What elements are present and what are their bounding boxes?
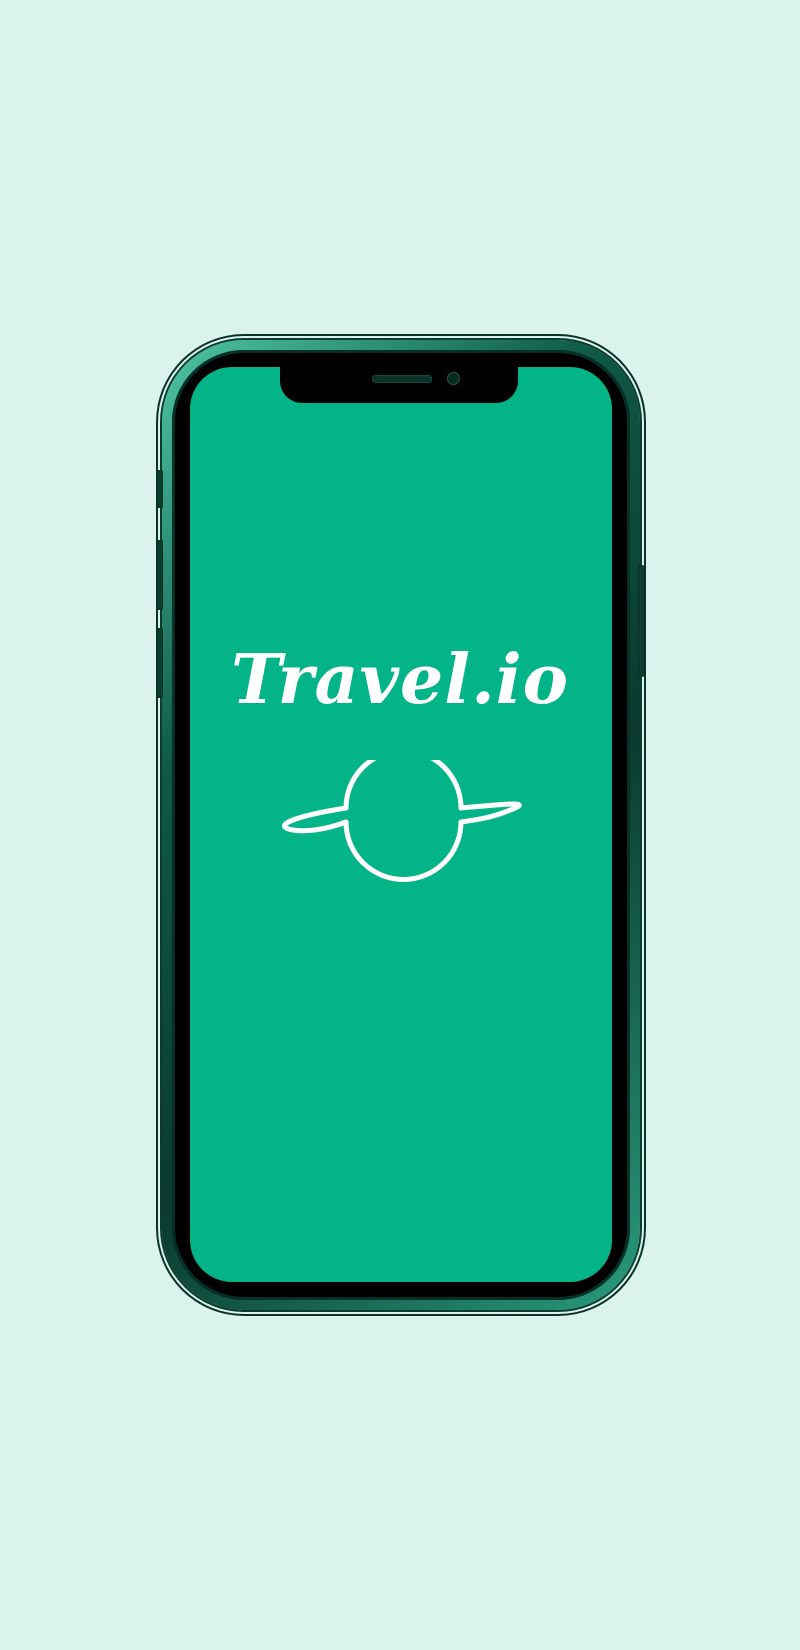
camera-icon xyxy=(447,372,460,385)
planet-icon xyxy=(281,760,522,882)
mute-switch xyxy=(157,470,163,508)
notch xyxy=(280,366,518,403)
app-logo-text: Travel.io xyxy=(230,640,569,720)
volume-up-button xyxy=(157,540,163,610)
speaker-icon xyxy=(372,375,432,383)
